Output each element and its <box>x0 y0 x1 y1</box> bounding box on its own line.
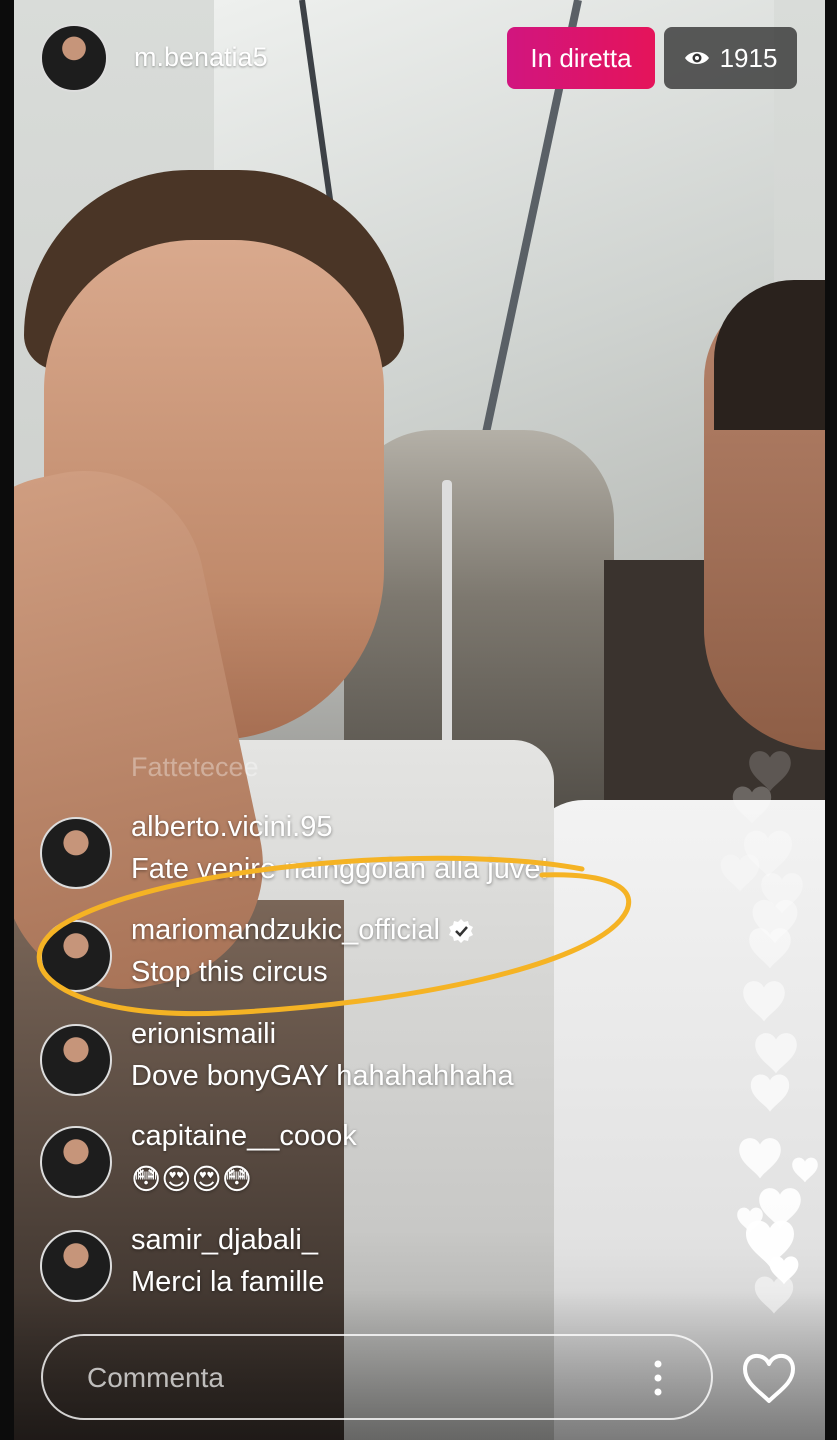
comment-username-row[interactable]: mariomandzukic_official <box>131 914 474 947</box>
heart-icon[interactable] <box>741 1350 797 1404</box>
comment-username[interactable]: mariomandzukic_official <box>131 914 440 946</box>
eye-icon <box>684 52 709 64</box>
comment-username[interactable]: capitaine__coook <box>131 1120 357 1153</box>
comment-text: 😳😍😍😳 <box>131 1164 252 1196</box>
comment-username[interactable]: samir_djabali_ <box>131 1224 318 1257</box>
viewer-count-badge[interactable]: 1915 <box>664 27 797 89</box>
comment-text: Stop this circus <box>131 956 328 988</box>
viewer-count: 1915 <box>719 42 778 73</box>
comment-item: erionismaili Dove bonyGAY hahahahhaha <box>40 1018 660 1102</box>
commenter-avatar[interactable] <box>40 920 112 992</box>
screen-edge <box>0 0 14 1440</box>
comment-item: capitaine__coook 😳😍😍😳 <box>40 1120 660 1204</box>
comment-username[interactable]: erionismaili <box>131 1018 276 1051</box>
verified-badge-icon <box>448 919 473 944</box>
comment-text: Merci la famille <box>131 1266 325 1298</box>
more-vertical-icon[interactable] <box>649 1356 667 1400</box>
live-badge: In diretta <box>507 27 655 89</box>
comment-text: Dove bonyGAY hahahahhaha <box>131 1060 514 1092</box>
faded-comment: Fattetecee <box>131 752 259 782</box>
commenter-avatar[interactable] <box>40 817 112 889</box>
comment-item: alberto.vicini.95 Fate venire nainggolan… <box>40 811 660 895</box>
comment-input-field[interactable] <box>41 1334 713 1420</box>
comment-item: samir_djabali_ Merci la famille <box>40 1224 660 1308</box>
host-username[interactable]: m.benatia5 <box>134 42 268 73</box>
host-avatar[interactable] <box>40 24 108 92</box>
commenter-avatar[interactable] <box>40 1126 112 1198</box>
comment-item: mariomandzukic_official Stop this circus <box>40 914 660 998</box>
comment-username[interactable]: alberto.vicini.95 <box>131 811 333 844</box>
commenter-avatar[interactable] <box>40 1024 112 1096</box>
comment-text: Fate venire nainggolan alla juve! <box>131 853 549 885</box>
comment-input[interactable] <box>85 1336 629 1420</box>
screen-edge <box>825 0 837 1440</box>
commenter-avatar[interactable] <box>40 1230 112 1302</box>
